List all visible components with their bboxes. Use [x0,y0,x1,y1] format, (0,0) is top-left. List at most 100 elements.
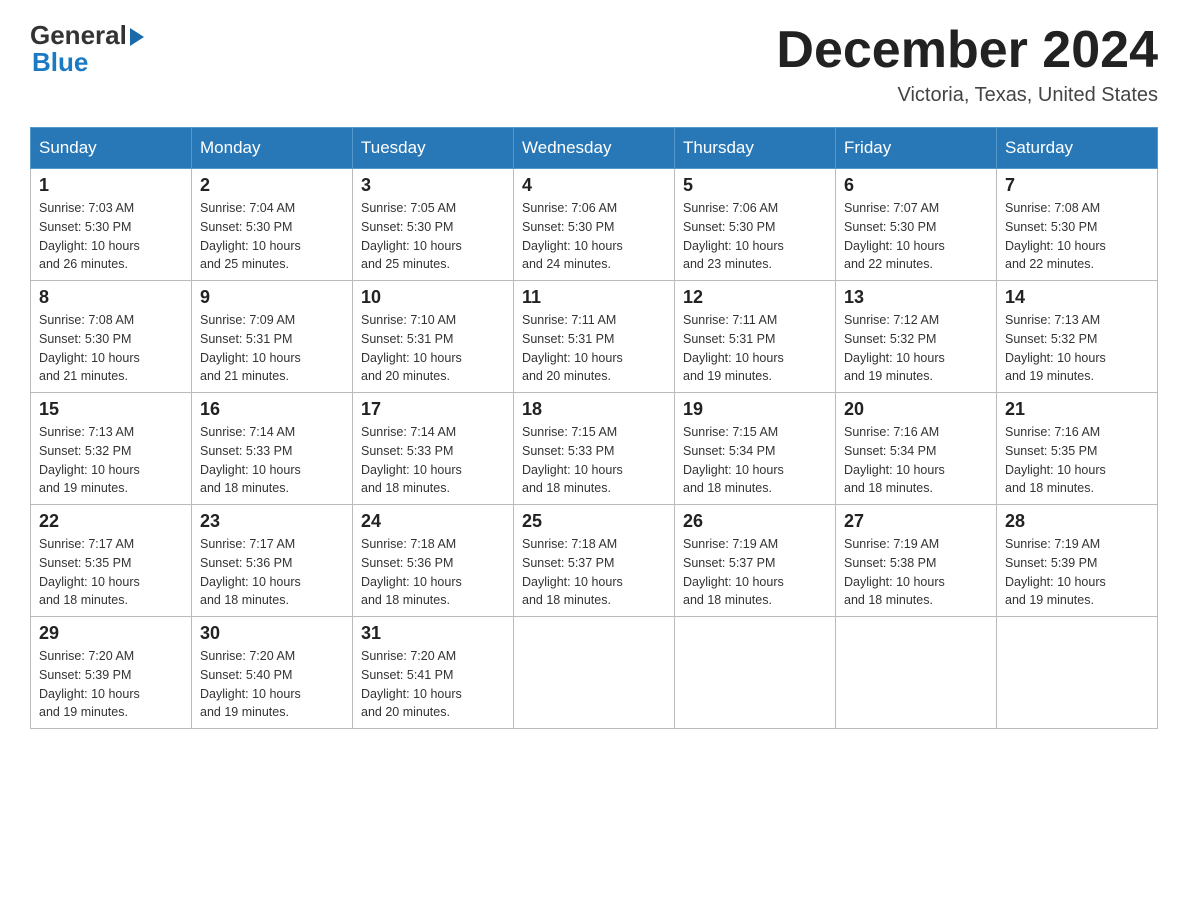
calendar-day-cell: 7 Sunrise: 7:08 AMSunset: 5:30 PMDaylight… [997,169,1158,281]
day-number: 8 [39,287,183,308]
day-info: Sunrise: 7:06 AMSunset: 5:30 PMDaylight:… [683,199,827,274]
day-of-week-header: Thursday [675,128,836,169]
location: Victoria, Texas, United States [776,84,1158,107]
day-number: 19 [683,399,827,420]
day-info: Sunrise: 7:15 AMSunset: 5:33 PMDaylight:… [522,423,666,498]
calendar-day-cell: 19 Sunrise: 7:15 AMSunset: 5:34 PMDayligh… [675,393,836,505]
calendar-day-cell: 14 Sunrise: 7:13 AMSunset: 5:32 PMDayligh… [997,281,1158,393]
calendar-week-row: 15Sunrise: 7:13 AMSunset: 5:32 PMDayligh… [31,393,1158,505]
calendar-week-row: 22 Sunrise: 7:17 AMSunset: 5:35 PMDayligh… [31,505,1158,617]
day-info: Sunrise: 7:04 AMSunset: 5:30 PMDaylight:… [200,199,344,274]
calendar-week-row: 29 Sunrise: 7:20 AMSunset: 5:39 PMDayligh… [31,617,1158,729]
calendar-week-row: 8 Sunrise: 7:08 AMSunset: 5:30 PMDaylight… [31,281,1158,393]
day-info: Sunrise: 7:17 AMSunset: 5:36 PMDaylight:… [200,535,344,610]
day-number: 4 [522,175,666,196]
day-number: 9 [200,287,344,308]
calendar-day-cell [514,617,675,729]
calendar-day-cell: 1 Sunrise: 7:03 AMSunset: 5:30 PMDaylight… [31,169,192,281]
calendar-day-cell: 6 Sunrise: 7:07 AMSunset: 5:30 PMDaylight… [836,169,997,281]
calendar-header-row: SundayMondayTuesdayWednesdayThursdayFrid… [31,128,1158,169]
calendar-day-cell: 12 Sunrise: 7:11 AMSunset: 5:31 PMDayligh… [675,281,836,393]
day-number: 31 [361,623,505,644]
day-info: Sunrise: 7:12 AMSunset: 5:32 PMDaylight:… [844,311,988,386]
day-info: Sunrise: 7:18 AMSunset: 5:36 PMDaylight:… [361,535,505,610]
title-area: December 2024 Victoria, Texas, United St… [776,20,1158,107]
calendar-day-cell: 27Sunrise: 7:19 AMSunset: 5:38 PMDayligh… [836,505,997,617]
calendar-week-row: 1 Sunrise: 7:03 AMSunset: 5:30 PMDaylight… [31,169,1158,281]
calendar-day-cell: 25Sunrise: 7:18 AMSunset: 5:37 PMDayligh… [514,505,675,617]
day-number: 11 [522,287,666,308]
calendar-day-cell: 26 Sunrise: 7:19 AMSunset: 5:37 PMDayligh… [675,505,836,617]
calendar-day-cell: 16 Sunrise: 7:14 AMSunset: 5:33 PMDayligh… [192,393,353,505]
calendar-day-cell: 10Sunrise: 7:10 AMSunset: 5:31 PMDayligh… [353,281,514,393]
day-number: 26 [683,511,827,532]
day-info: Sunrise: 7:19 AMSunset: 5:37 PMDaylight:… [683,535,827,610]
day-number: 30 [200,623,344,644]
day-info: Sunrise: 7:14 AMSunset: 5:33 PMDaylight:… [200,423,344,498]
calendar-day-cell: 17 Sunrise: 7:14 AMSunset: 5:33 PMDayligh… [353,393,514,505]
day-info: Sunrise: 7:15 AMSunset: 5:34 PMDaylight:… [683,423,827,498]
calendar-table: SundayMondayTuesdayWednesdayThursdayFrid… [30,127,1158,729]
calendar-day-cell: 11 Sunrise: 7:11 AMSunset: 5:31 PMDayligh… [514,281,675,393]
day-of-week-header: Wednesday [514,128,675,169]
day-info: Sunrise: 7:18 AMSunset: 5:37 PMDaylight:… [522,535,666,610]
calendar-day-cell [675,617,836,729]
day-info: Sunrise: 7:16 AMSunset: 5:34 PMDaylight:… [844,423,988,498]
day-info: Sunrise: 7:08 AMSunset: 5:30 PMDaylight:… [39,311,183,386]
day-of-week-header: Friday [836,128,997,169]
logo-arrow-icon [130,28,144,46]
day-number: 16 [200,399,344,420]
day-number: 29 [39,623,183,644]
day-info: Sunrise: 7:13 AMSunset: 5:32 PMDaylight:… [1005,311,1149,386]
day-info: Sunrise: 7:10 AMSunset: 5:31 PMDaylight:… [361,311,505,386]
calendar-day-cell: 21 Sunrise: 7:16 AMSunset: 5:35 PMDayligh… [997,393,1158,505]
day-number: 5 [683,175,827,196]
day-info: Sunrise: 7:17 AMSunset: 5:35 PMDaylight:… [39,535,183,610]
day-number: 28 [1005,511,1149,532]
day-info: Sunrise: 7:03 AMSunset: 5:30 PMDaylight:… [39,199,183,274]
page-header: General Blue December 2024 Victoria, Tex… [30,20,1158,107]
day-of-week-header: Sunday [31,128,192,169]
day-info: Sunrise: 7:14 AMSunset: 5:33 PMDaylight:… [361,423,505,498]
day-info: Sunrise: 7:09 AMSunset: 5:31 PMDaylight:… [200,311,344,386]
day-number: 24 [361,511,505,532]
calendar-day-cell: 5 Sunrise: 7:06 AMSunset: 5:30 PMDaylight… [675,169,836,281]
calendar-day-cell: 2 Sunrise: 7:04 AMSunset: 5:30 PMDaylight… [192,169,353,281]
day-number: 1 [39,175,183,196]
calendar-day-cell: 18 Sunrise: 7:15 AMSunset: 5:33 PMDayligh… [514,393,675,505]
calendar-day-cell: 20Sunrise: 7:16 AMSunset: 5:34 PMDayligh… [836,393,997,505]
day-info: Sunrise: 7:08 AMSunset: 5:30 PMDaylight:… [1005,199,1149,274]
calendar-day-cell: 28 Sunrise: 7:19 AMSunset: 5:39 PMDayligh… [997,505,1158,617]
calendar-day-cell: 24 Sunrise: 7:18 AMSunset: 5:36 PMDayligh… [353,505,514,617]
day-info: Sunrise: 7:19 AMSunset: 5:39 PMDaylight:… [1005,535,1149,610]
day-number: 7 [1005,175,1149,196]
calendar-day-cell: 23 Sunrise: 7:17 AMSunset: 5:36 PMDayligh… [192,505,353,617]
calendar-day-cell: 4 Sunrise: 7:06 AMSunset: 5:30 PMDaylight… [514,169,675,281]
day-info: Sunrise: 7:06 AMSunset: 5:30 PMDaylight:… [522,199,666,274]
day-number: 14 [1005,287,1149,308]
day-number: 12 [683,287,827,308]
month-title: December 2024 [776,20,1158,80]
day-info: Sunrise: 7:05 AMSunset: 5:30 PMDaylight:… [361,199,505,274]
day-number: 6 [844,175,988,196]
day-number: 22 [39,511,183,532]
day-info: Sunrise: 7:11 AMSunset: 5:31 PMDaylight:… [683,311,827,386]
day-number: 18 [522,399,666,420]
day-info: Sunrise: 7:11 AMSunset: 5:31 PMDaylight:… [522,311,666,386]
logo: General Blue [30,20,144,78]
calendar-day-cell: 30Sunrise: 7:20 AMSunset: 5:40 PMDayligh… [192,617,353,729]
day-info: Sunrise: 7:07 AMSunset: 5:30 PMDaylight:… [844,199,988,274]
calendar-day-cell: 9 Sunrise: 7:09 AMSunset: 5:31 PMDaylight… [192,281,353,393]
day-number: 23 [200,511,344,532]
day-number: 21 [1005,399,1149,420]
day-number: 2 [200,175,344,196]
logo-blue-text: Blue [32,47,88,78]
day-number: 17 [361,399,505,420]
day-info: Sunrise: 7:20 AMSunset: 5:39 PMDaylight:… [39,647,183,722]
calendar-day-cell: 3 Sunrise: 7:05 AMSunset: 5:30 PMDaylight… [353,169,514,281]
calendar-day-cell: 31Sunrise: 7:20 AMSunset: 5:41 PMDayligh… [353,617,514,729]
day-number: 3 [361,175,505,196]
day-of-week-header: Tuesday [353,128,514,169]
day-number: 27 [844,511,988,532]
day-info: Sunrise: 7:16 AMSunset: 5:35 PMDaylight:… [1005,423,1149,498]
